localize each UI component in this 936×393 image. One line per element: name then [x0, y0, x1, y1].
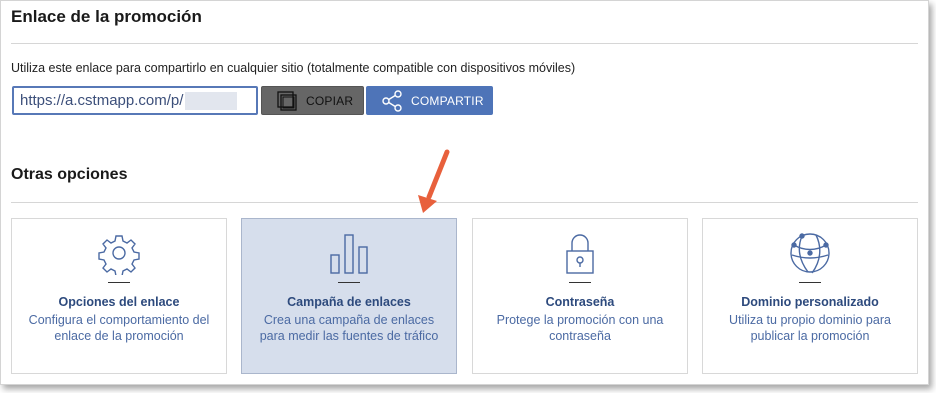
copy-button-label: COPIAR	[306, 93, 354, 108]
divider	[11, 43, 918, 44]
share-button-label: COMPARTIR	[411, 93, 484, 108]
callout-arrow-icon	[418, 149, 450, 213]
share-button[interactable]: COMPARTIR	[366, 86, 493, 115]
link-campaign-card[interactable]: Campaña de enlaces Crea una campaña de e…	[241, 218, 457, 374]
link-options-card[interactable]: Opciones del enlace Configura el comport…	[11, 218, 227, 374]
card-description: Configura el comportamiento del enlace d…	[28, 313, 210, 343]
divider	[11, 202, 918, 203]
url-redacted-segment	[185, 91, 238, 110]
card-divider	[799, 282, 821, 283]
card-description: Protege la promoción con una contraseña	[496, 313, 664, 343]
card-title: Campaña de enlaces	[287, 295, 411, 309]
card-title: Dominio personalizado	[741, 295, 879, 309]
promotion-url-field[interactable]: https://a.cstmapp.com/p/	[12, 86, 258, 115]
link-description: Utiliza este enlace para compartirlo en …	[11, 61, 576, 75]
globe-icon	[790, 233, 830, 274]
link-section-heading: Enlace de la promoción	[11, 7, 202, 26]
card-divider	[108, 282, 130, 283]
bar-chart-icon	[330, 234, 368, 274]
gear-icon	[98, 235, 140, 275]
card-description: Utiliza tu propio dominio para publicar …	[729, 313, 891, 343]
custom-domain-card[interactable]: Dominio personalizado Utiliza tu propio …	[702, 218, 918, 374]
card-title: Opciones del enlace	[58, 295, 180, 309]
options-section-heading: Otras opciones	[11, 166, 128, 183]
copy-button[interactable]: COPIAR	[261, 86, 364, 115]
promotion-link-panel: Enlace de la promoción Utiliza este enla…	[0, 0, 929, 385]
lock-icon	[566, 234, 594, 274]
url-text: https://a.cstmapp.com/p/	[20, 92, 184, 109]
card-divider	[338, 282, 360, 283]
copy-icon	[277, 90, 297, 111]
card-title: Contraseña	[545, 295, 615, 309]
card-description: Crea una campaña de enlaces para medir l…	[259, 313, 439, 343]
card-divider	[569, 282, 591, 283]
password-card[interactable]: Contraseña Protege la promoción con una …	[472, 218, 688, 374]
share-icon	[382, 89, 402, 112]
